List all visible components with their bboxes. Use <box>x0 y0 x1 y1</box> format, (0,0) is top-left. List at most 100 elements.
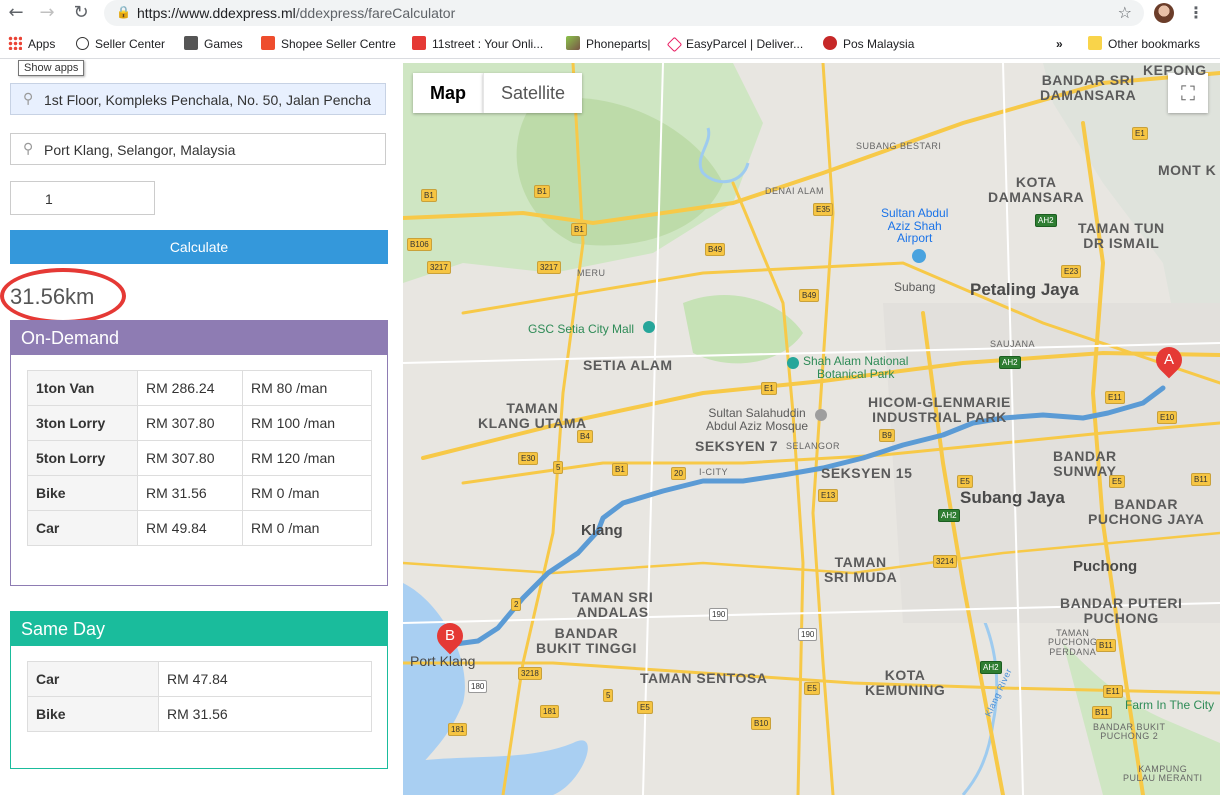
same-day-title: Same Day <box>11 612 387 646</box>
road-shield: 2 <box>511 598 522 611</box>
on-demand-card: On-Demand 1ton Van RM 286.24 RM 80 /man 3to… <box>10 320 388 586</box>
road-shield: E30 <box>518 452 539 465</box>
table-row: 1ton Van RM 286.24 RM 80 /man <box>27 370 372 406</box>
road-shield: 181 <box>448 723 468 736</box>
phoneparts-icon <box>566 36 580 50</box>
vehicle-cell: 5ton Lorry <box>27 440 138 476</box>
more-bookmarks-icon[interactable]: » <box>1056 36 1063 52</box>
road-shield: 181 <box>540 705 560 718</box>
price-cell: RM 307.80 <box>137 405 243 441</box>
map-label: Klang <box>581 522 623 539</box>
destination-input[interactable]: ⚲ Port Klang, Selangor, Malaysia <box>10 133 386 165</box>
table-row: 3ton Lorry RM 307.80 RM 100 /man <box>27 405 372 441</box>
bookmark-apps[interactable]: Apps <box>8 36 55 52</box>
bookmark-star-icon[interactable]: ☆ <box>1118 3 1132 22</box>
map-label: TAMAN TUN DR ISMAIL <box>1078 220 1165 251</box>
bookmark-pos-malaysia[interactable]: Pos Malaysia <box>823 36 914 52</box>
road-shield: B11 <box>1092 706 1112 719</box>
road-shield: B1 <box>612 463 628 476</box>
road-shield: E35 <box>813 203 834 216</box>
map-label: BANDAR PUTERI PUCHONG <box>1060 595 1183 626</box>
per-man-cell: RM 0 /man <box>242 475 372 511</box>
url-text: https://www.ddexpress.ml/ddexpress/fareC… <box>137 5 456 21</box>
per-man-cell: RM 100 /man <box>242 405 372 441</box>
vehicle-cell: 1ton Van <box>27 370 138 406</box>
map-label: HICOM-GLENMARIE INDUSTRIAL PARK <box>868 394 1011 425</box>
road-shield: E5 <box>637 701 653 714</box>
price-cell: RM 31.56 <box>158 696 372 732</box>
road-shield: 3218 <box>518 667 542 680</box>
price-cell: RM 49.84 <box>137 510 243 546</box>
vehicle-cell: Bike <box>27 696 159 732</box>
bookmark-seller-center[interactable]: Seller Center <box>76 36 165 52</box>
profile-avatar[interactable] <box>1154 3 1174 23</box>
fullscreen-icon[interactable]: ⛶ <box>1168 73 1208 113</box>
price-cell: RM 31.56 <box>137 475 243 511</box>
on-demand-title: On-Demand <box>11 321 387 355</box>
road-shield: B11 <box>1096 639 1116 652</box>
easyparcel-icon <box>666 36 683 53</box>
bookmark-easyparcel[interactable]: EasyParcel | Deliver... <box>666 36 803 53</box>
map-label: Subang Jaya <box>960 488 1065 507</box>
vehicle-cell: Car <box>27 510 138 546</box>
road-shield: E11 <box>1103 685 1123 698</box>
back-icon[interactable]: ← <box>5 2 27 24</box>
road-shield: 3217 <box>427 261 451 274</box>
map-label: Port Klang <box>410 653 476 669</box>
road-shield: 3217 <box>537 261 561 274</box>
pos-malaysia-icon <box>823 36 837 50</box>
road-shield: AH2 <box>938 509 960 522</box>
vehicle-cell: 3ton Lorry <box>27 405 138 441</box>
map-label: BANDAR PUCHONG JAYA <box>1088 496 1205 527</box>
table-row: Car RM 49.84 RM 0 /man <box>27 510 372 546</box>
bookmark-games[interactable]: Games <box>184 36 243 52</box>
red-circle-annotation <box>0 268 126 324</box>
bookmark-11street[interactable]: 11street : Your Onli... <box>412 36 543 52</box>
road-shield: B49 <box>705 243 726 256</box>
origin-input[interactable]: ⚲ 1st Floor, Kompleks Penchala, No. 50, … <box>10 83 386 115</box>
map-label: Sultan Abdul Aziz Shah Airport <box>881 206 949 246</box>
map-label: Shah Alam National Botanical Park <box>803 354 909 381</box>
map-label: BANDAR BUKIT TINGGI <box>536 625 637 656</box>
road-shield: 190 <box>798 628 818 641</box>
forward-icon[interactable]: → <box>36 2 58 24</box>
map-label: MONT K <box>1158 162 1217 178</box>
map-label: BANDAR BUKIT PUCHONG 2 <box>1093 722 1166 742</box>
price-cell: RM 286.24 <box>137 370 243 406</box>
apps-grid-icon <box>8 36 22 50</box>
bookmark-shopee[interactable]: Shopee Seller Centre <box>261 36 396 52</box>
route-end-marker[interactable]: B <box>431 617 469 655</box>
shopping-icon <box>643 321 655 333</box>
road-shield: E10 <box>1157 411 1178 424</box>
map-label: KOTA DAMANSARA <box>988 174 1085 205</box>
road-shield: B106 <box>407 238 432 251</box>
reload-icon[interactable]: ↻ <box>70 2 92 24</box>
same-day-table: Car RM 47.84 Bike RM 31.56 <box>27 661 372 732</box>
route-map[interactable]: Map Satellite ⛶ BANDAR SRI DAMANSARA KEPO… <box>403 63 1220 795</box>
map-label: BANDAR SRI DAMANSARA <box>1040 72 1137 103</box>
route-start-marker[interactable]: A <box>1150 341 1188 379</box>
vehicle-cell: Car <box>27 661 159 697</box>
menu-icon[interactable]: ⋮ <box>1188 3 1204 22</box>
per-man-cell: RM 120 /man <box>242 440 372 476</box>
seller-center-icon <box>76 37 89 50</box>
map-label: SEKSYEN 15 <box>821 465 913 481</box>
table-row: Bike RM 31.56 RM 0 /man <box>27 475 372 511</box>
road-shield: AH2 <box>999 356 1021 369</box>
road-shield: B1 <box>571 223 587 236</box>
map-label: SEKSYEN 7 <box>695 438 779 454</box>
browser-toolbar: ← → ↻ 🔒 https://www.ddexpress.ml/ddexpre… <box>0 0 1220 26</box>
map-label: MERU <box>577 268 606 278</box>
road-shield: E1 <box>761 382 777 395</box>
road-shield: E1 <box>1132 127 1148 140</box>
vehicle-cell: Bike <box>27 475 138 511</box>
address-bar[interactable]: 🔒 https://www.ddexpress.ml/ddexpress/far… <box>104 0 1144 26</box>
map-type-satellite-button[interactable]: Satellite <box>483 73 582 113</box>
table-row: 5ton Lorry RM 307.80 RM 120 /man <box>27 440 372 476</box>
bookmark-other[interactable]: Other bookmarks <box>1088 36 1200 52</box>
calculate-button[interactable]: Calculate <box>10 230 388 264</box>
map-type-map-button[interactable]: Map <box>413 73 483 113</box>
quantity-input[interactable]: 1 <box>10 181 155 215</box>
table-row: Car RM 47.84 <box>27 661 372 697</box>
bookmark-phoneparts[interactable]: Phoneparts| <box>566 36 651 52</box>
